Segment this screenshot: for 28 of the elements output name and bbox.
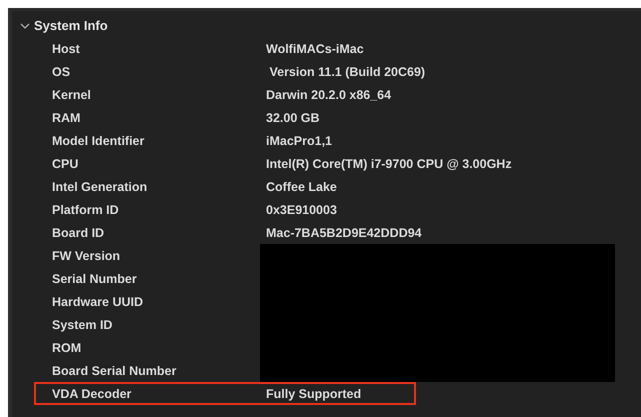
row-value: Fully Supported: [265, 386, 362, 400]
row-label: Host: [51, 42, 81, 56]
row-value: WolfiMACs-iMac: [265, 42, 365, 56]
row-label: Kernel: [51, 88, 92, 102]
row-label: System ID: [51, 318, 114, 332]
section-title: System Info: [34, 18, 108, 33]
row-label: Model Identifier: [51, 134, 146, 148]
chevron-icon[interactable]: [20, 22, 30, 30]
row-value: 0x3E910003: [265, 202, 338, 216]
row-label: Serial Number: [51, 272, 138, 286]
row-value: Version 11.1 (Build 20C69): [268, 64, 426, 78]
row-label: Hardware UUID: [51, 294, 144, 308]
row-label: FW Version: [51, 248, 122, 262]
row-label: Intel Generation: [51, 180, 148, 194]
row-label: ROM: [51, 340, 82, 354]
row-label: VDA Decoder: [51, 386, 132, 400]
row-label: OS: [51, 64, 72, 78]
row-value: Mac-7BA5B2D9E42DDD94: [265, 226, 423, 240]
row-label: CPU: [51, 156, 80, 170]
row-value: 32.00 GB: [265, 110, 321, 124]
row-label: Board Serial Number: [51, 364, 178, 378]
row-label: RAM: [51, 110, 82, 124]
row-value: iMacPro1,1: [265, 134, 334, 148]
row-label: Board ID: [51, 226, 106, 240]
row-value: Intel(R) Core(TM) i7-9700 CPU @ 3.00GHz: [265, 156, 513, 170]
row-value: Darwin 20.2.0 x86_64: [265, 88, 392, 102]
row-value: Coffee Lake: [265, 180, 338, 194]
row-label: Platform ID: [51, 202, 120, 216]
